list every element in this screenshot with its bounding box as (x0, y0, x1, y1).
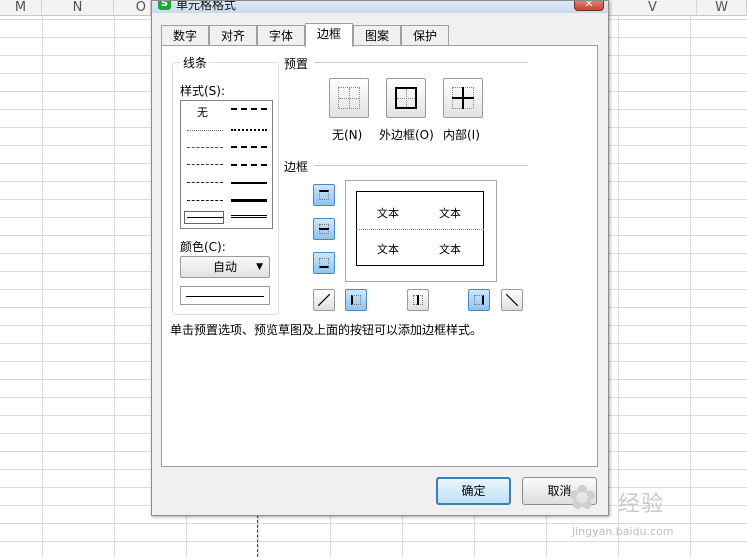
column-header-o[interactable]: O (114, 0, 151, 16)
line-preview-sample (186, 296, 264, 297)
line-group: 线条 样式(S): 无 颜色(C): 自动 ▼ (172, 54, 279, 315)
preset-inside-icon (452, 87, 474, 109)
preset-none-icon (338, 87, 360, 109)
column-header-n[interactable]: N (42, 0, 114, 16)
style-medium-dash-dot[interactable] (231, 146, 267, 148)
column-header-m[interactable]: M (0, 0, 42, 16)
border-middle-vertical-button[interactable] (407, 289, 429, 311)
preset-none-label: 无(N) (332, 128, 363, 142)
style-medium-dash-dot-dot[interactable] (231, 108, 267, 110)
diagonal-down-icon (506, 294, 518, 306)
style-double[interactable] (231, 215, 267, 218)
watermark-brand: 经验 (618, 492, 665, 517)
preset-inside-label: 内部(I) (443, 128, 480, 142)
preset-inside-button[interactable] (443, 78, 483, 118)
tab-number[interactable]: 数字 (161, 25, 209, 46)
border-right-button[interactable] (468, 289, 490, 311)
line-preview (180, 286, 270, 305)
style-thick-solid[interactable] (231, 199, 267, 202)
ok-button[interactable]: 确定 (436, 477, 511, 505)
border-middle-horizontal-button[interactable] (313, 218, 335, 240)
watermark-url: jingyan.baidu.com (572, 525, 674, 538)
tab-protection[interactable]: 保护 (401, 25, 449, 46)
border-middle-vertical-icon (413, 295, 423, 305)
border-divider (314, 165, 528, 166)
close-button[interactable]: ✕ (574, 1, 604, 11)
preset-none-button[interactable] (329, 78, 369, 118)
border-bottom-button[interactable] (313, 252, 335, 274)
hint-text: 单击预置选项、预览草图及上面的按钮可以添加边框样式。 (170, 323, 483, 337)
line-group-label: 线条 (181, 54, 210, 71)
style-medium-solid[interactable] (231, 182, 267, 184)
border-right-icon (474, 295, 484, 305)
line-style-list[interactable]: 无 (180, 100, 273, 229)
color-dropdown[interactable]: 自动 ▼ (180, 256, 270, 278)
style-dashed[interactable] (187, 200, 223, 201)
border-preview[interactable]: 文本 文本 文本 文本 (345, 180, 497, 282)
dropdown-arrow-icon: ▼ (256, 262, 263, 272)
style-dash-dot-dot[interactable] (187, 164, 223, 165)
dialog-title: 单元格格式 (176, 1, 237, 12)
border-top-icon (319, 190, 329, 200)
preview-cell-3: 文本 (377, 243, 399, 256)
border-middle-horizontal-icon (319, 224, 329, 234)
tab-alignment[interactable]: 对齐 (209, 25, 257, 46)
preset-outline-label: 外边框(O) (379, 128, 434, 142)
border-title: 边框 (284, 160, 309, 174)
border-left-button[interactable] (345, 289, 367, 311)
app-logo-icon: S (158, 1, 171, 10)
tab-font[interactable]: 字体 (257, 25, 305, 46)
color-value: 自动 (212, 260, 237, 274)
style-dash-dot[interactable] (187, 182, 223, 183)
border-top-button[interactable] (313, 184, 335, 206)
border-tab-panel: 线条 样式(S): 无 颜色(C): 自动 ▼ 预置 无(N) 外边框(O) 内… (161, 45, 598, 467)
format-cells-dialog: S 单元格格式 ✕ 数字 对齐 字体 边框 图案 保护 线条 样式(S): 无 (151, 0, 609, 516)
preview-inner-horizontal (356, 229, 484, 230)
tab-border[interactable]: 边框 (305, 23, 353, 47)
style-dotted-fine[interactable] (187, 130, 223, 131)
color-label: 颜色(C): (178, 238, 228, 255)
preview-cell-4: 文本 (439, 243, 461, 256)
preset-outline-icon (395, 87, 417, 109)
watermark: ✿ 经验 jingyan.baidu.com (560, 472, 740, 544)
border-diagonal-up-button[interactable] (313, 289, 335, 311)
preview-cell-2: 文本 (439, 207, 461, 220)
style-dashed-fine[interactable] (187, 147, 223, 148)
style-thin-solid[interactable] (187, 217, 223, 218)
paw-logo-icon: ✿ (568, 478, 597, 518)
preset-title: 预置 (284, 57, 309, 71)
column-header-w[interactable]: W (697, 0, 747, 16)
page-break-line (257, 515, 258, 557)
style-slanted-dash-dot[interactable] (231, 129, 267, 131)
border-left-icon (351, 295, 361, 305)
tab-pattern[interactable]: 图案 (353, 25, 401, 46)
style-label: 样式(S): (178, 82, 228, 99)
border-bottom-icon (319, 258, 329, 268)
preset-divider (314, 62, 528, 63)
diagonal-up-icon (318, 294, 330, 306)
preview-cell-1: 文本 (377, 207, 399, 220)
dialog-titlebar[interactable]: S 单元格格式 ✕ (152, 1, 608, 13)
preset-outline-button[interactable] (386, 78, 426, 118)
border-diagonal-down-button[interactable] (501, 289, 523, 311)
column-header-v[interactable]: V (609, 0, 697, 16)
style-medium-dashed[interactable] (231, 164, 267, 166)
style-none-option[interactable]: 无 (197, 104, 208, 120)
